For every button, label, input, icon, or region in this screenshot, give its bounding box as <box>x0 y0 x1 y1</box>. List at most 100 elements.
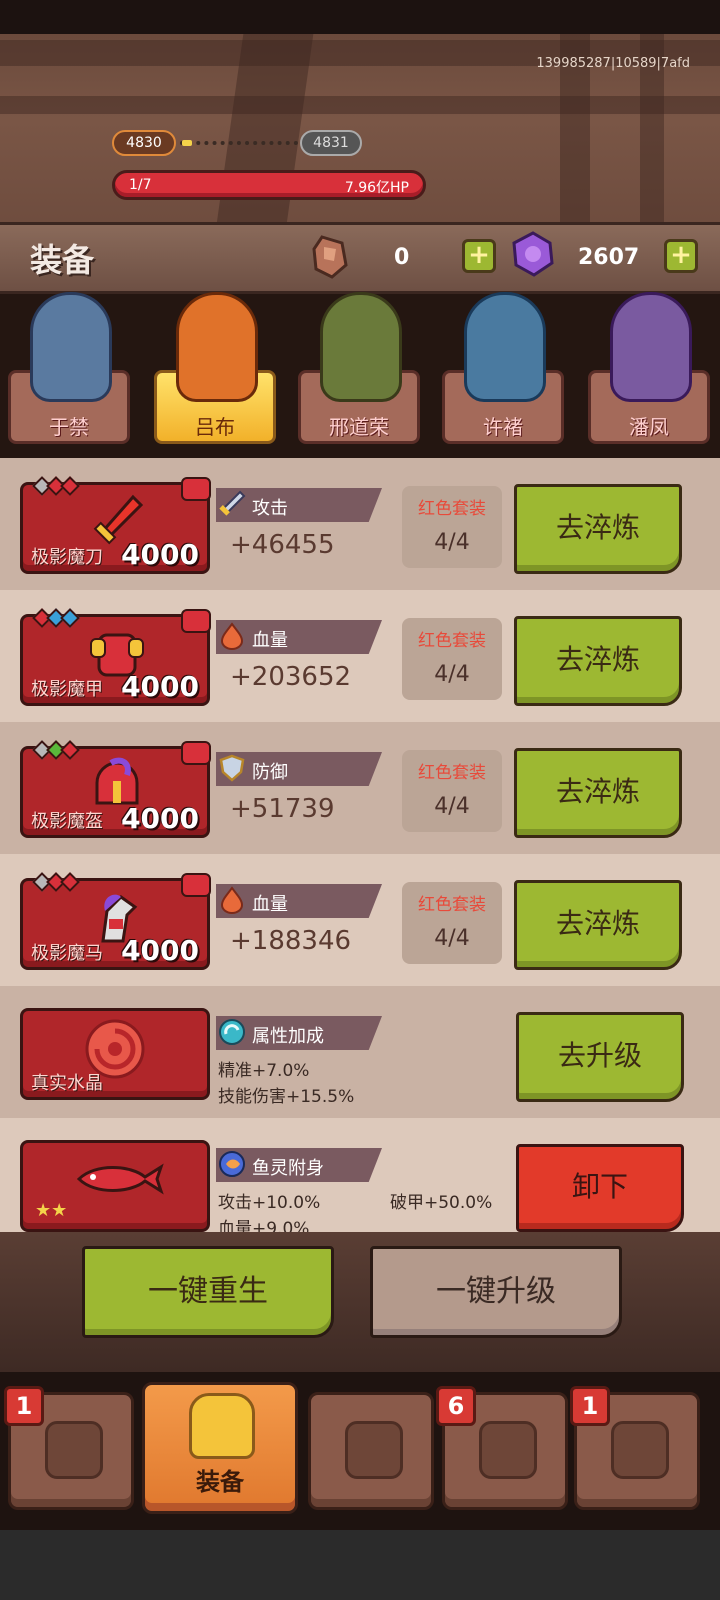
quality-gem-icon <box>60 608 80 628</box>
stat-label: 血量 <box>252 630 288 651</box>
crystal-bonus-line: 技能伤害+15.5% <box>218 1087 355 1107</box>
hero-name: 潘凤 <box>629 415 669 439</box>
set-count: 4/4 <box>434 530 470 555</box>
hero-portrait <box>320 292 402 402</box>
equipment-row: 极影魔马 4000 血量 +188346 红色套装 4/4 去淬炼 <box>0 854 720 986</box>
equipment-level: 4000 <box>121 670 199 703</box>
equipment-name: 极影魔盔 <box>31 811 103 832</box>
shield-icon <box>218 754 246 782</box>
fish-bonus-line: 血量+9.0% <box>218 1219 310 1232</box>
equipment-row: 极影魔甲 4000 血量 +203652 红色套装 4/4 去淬炼 <box>0 590 720 722</box>
set-count: 4/4 <box>434 926 470 951</box>
gem-count: 2607 <box>578 245 640 270</box>
stat-label: 攻击 <box>252 498 288 519</box>
hero-slot[interactable]: 于禁 <box>8 290 134 446</box>
stat-value: +203652 <box>230 662 352 692</box>
set-label: 红色套装 <box>418 895 486 915</box>
scroll-icon <box>611 1421 669 1479</box>
set-bonus: 红色套装 4/4 <box>402 882 502 964</box>
crystal-row: 真实水晶 属性加成 精准+7.0% 技能伤害+15.5% 去升级 <box>0 986 720 1118</box>
nav-label: 装备 <box>196 1468 244 1496</box>
hero-slot[interactable]: 邢道荣 <box>298 290 424 446</box>
add-ore-button[interactable]: + <box>462 239 496 273</box>
boss-hp-value: 7.96亿HP <box>344 180 409 196</box>
page-title: 装备 <box>30 241 95 279</box>
build-id: 139985287|10589|7afd <box>536 56 690 71</box>
equipment-row: 极影魔盔 4000 防御 +51739 红色套装 4/4 去淬炼 <box>0 722 720 854</box>
equipment-name: 极影魔刀 <box>31 547 103 568</box>
star-icon: ★★ <box>35 1200 68 1221</box>
equipment-header: 装备 0 + 2607 + <box>0 222 720 294</box>
set-label: 红色套装 <box>418 499 486 519</box>
hero-selector: 于禁 吕布 邢道荣 许褚 潘凤 <box>0 290 720 450</box>
fish-spirit-icon <box>218 1150 246 1178</box>
equipment-card[interactable]: 极影魔甲 4000 <box>20 608 211 706</box>
action-bar: 一键重生 一键升级 <box>0 1232 720 1372</box>
wave-progress: 1/7 <box>129 177 152 193</box>
hero-name: 许褚 <box>483 415 523 439</box>
fish-spirit-card[interactable]: ★★ <box>20 1140 210 1232</box>
level-progress-fill <box>182 140 192 146</box>
quality-gem-icon <box>60 476 80 496</box>
hero-slot-selected[interactable]: 吕布 <box>154 290 280 446</box>
equipment-card[interactable]: 极影魔盔 4000 <box>20 740 211 838</box>
nav-tab-forge[interactable] <box>308 1392 434 1510</box>
set-label: 红色套装 <box>418 631 486 651</box>
hero-slot[interactable]: 潘凤 <box>588 290 714 446</box>
nav-tab-equipment[interactable]: 装备 <box>142 1382 298 1514</box>
refine-button[interactable]: 去淬炼 <box>514 748 682 838</box>
equipment-name: 极影魔甲 <box>31 679 103 700</box>
sword-icon <box>218 490 246 518</box>
notification-badge: 1 <box>570 1386 610 1426</box>
equipment-row: 极影魔刀 4000 攻击 +46455 红色套装 4/4 去淬炼 <box>0 458 720 590</box>
set-count: 4/4 <box>434 662 470 687</box>
unequip-button[interactable]: 卸下 <box>516 1144 684 1232</box>
crystal-card[interactable]: 真实水晶 <box>20 1008 210 1100</box>
boss-hp-bar: 1/7 7.96亿HP <box>112 170 426 200</box>
equipment-level: 4000 <box>121 538 199 571</box>
purple-gem-icon <box>512 231 554 277</box>
refine-button[interactable]: 去淬炼 <box>514 484 682 574</box>
fish-bonus-line: 攻击+10.0% <box>218 1193 321 1213</box>
nav-floor <box>0 1530 720 1600</box>
rebirth-all-button[interactable]: 一键重生 <box>82 1246 334 1338</box>
equipment-level: 4000 <box>121 802 199 835</box>
hero-portrait <box>464 292 546 402</box>
upgrade-button[interactable]: 去升级 <box>516 1012 684 1102</box>
notification-badge: 1 <box>4 1386 44 1426</box>
stat-value: +51739 <box>230 794 335 824</box>
set-bonus: 红色套装 4/4 <box>402 486 502 568</box>
notification-badge: 6 <box>436 1386 476 1426</box>
forge-icon <box>345 1421 403 1479</box>
hero-icon <box>45 1421 103 1479</box>
blood-drop-icon <box>218 622 246 650</box>
refine-button[interactable]: 去淬炼 <box>514 880 682 970</box>
blood-drop-icon <box>218 886 246 914</box>
hero-portrait <box>610 292 692 402</box>
refine-button[interactable]: 去淬炼 <box>514 616 682 706</box>
fish-spirit-row: ★★ 鱼灵附身 攻击+10.0% 血量+9.0% 破甲+50.0% 卸下 <box>0 1118 720 1232</box>
crystal-name: 真实水晶 <box>31 1073 103 1094</box>
hero-slot[interactable]: 许褚 <box>442 290 568 446</box>
crystal-art-icon <box>83 1017 145 1079</box>
armor-badge-icon <box>181 873 211 897</box>
add-gem-button[interactable]: + <box>664 239 698 273</box>
ore-count: 0 <box>394 245 410 270</box>
hero-name: 邢道荣 <box>329 415 389 439</box>
hero-portrait <box>176 292 258 402</box>
level-progress-track <box>180 141 298 145</box>
set-bonus: 红色套装 4/4 <box>402 750 502 832</box>
equipment-level: 4000 <box>121 934 199 967</box>
hero-portrait <box>30 292 112 402</box>
upgrade-all-button[interactable]: 一键升级 <box>370 1246 622 1338</box>
next-level-pill: 4831 <box>300 130 362 156</box>
hero-name: 于禁 <box>49 415 89 439</box>
current-level-pill: 4830 <box>112 130 176 156</box>
equipment-card[interactable]: 极影魔刀 4000 <box>20 476 211 574</box>
set-label: 红色套装 <box>418 763 486 783</box>
equipment-card[interactable]: 极影魔马 4000 <box>20 872 211 970</box>
equipment-name: 极影魔马 <box>31 943 103 964</box>
set-count: 4/4 <box>434 794 470 819</box>
stat-value: +188346 <box>230 926 352 956</box>
armor-icon <box>189 1393 255 1459</box>
